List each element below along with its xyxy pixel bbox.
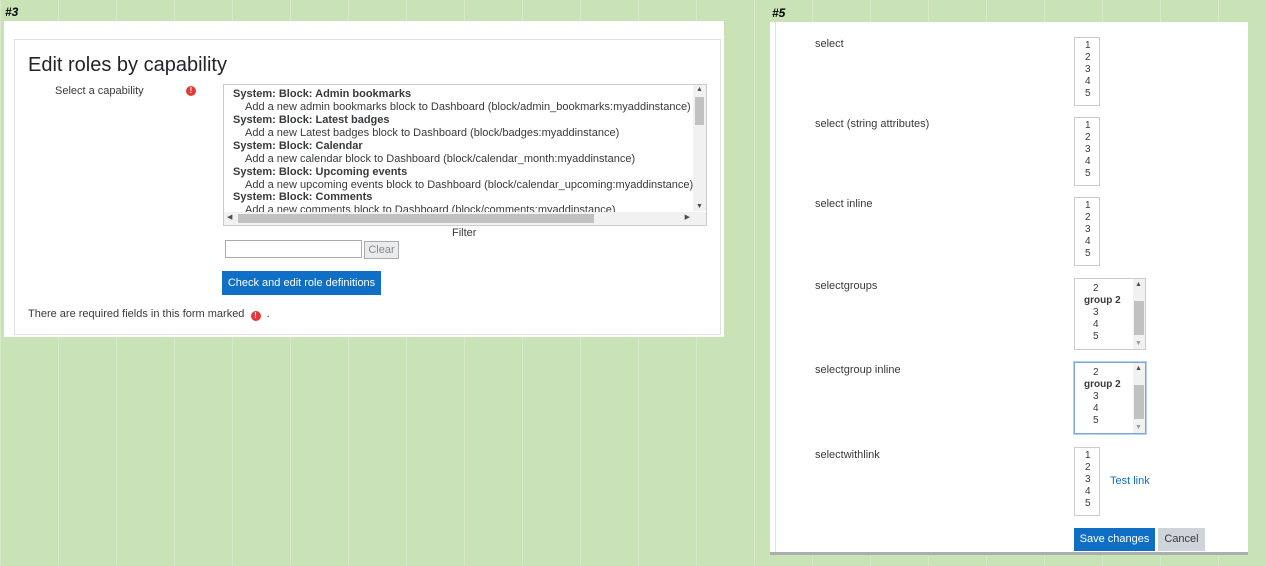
select-option[interactable]: 5 bbox=[1075, 331, 1133, 343]
scroll-right-icon[interactable]: ▶ bbox=[685, 213, 690, 221]
panel-border bbox=[775, 22, 776, 554]
clear-button[interactable]: Clear bbox=[364, 241, 399, 259]
select-option[interactable]: 2 bbox=[1075, 52, 1099, 64]
selectgroup-inline-label: selectgroup inline bbox=[815, 364, 901, 376]
scroll-down-icon[interactable]: ▼ bbox=[1135, 424, 1142, 431]
select-option[interactable]: 3 bbox=[1075, 64, 1099, 76]
scroll-down-icon[interactable]: ▼ bbox=[1135, 340, 1142, 347]
selectgroup-inline-list[interactable]: 1 2 group 2 3 4 5 ▲ ▼ bbox=[1074, 362, 1146, 434]
select-group-header: group 2 bbox=[1084, 295, 1121, 306]
listbox-group[interactable]: System: Block: Latest badges bbox=[233, 114, 390, 126]
select-option[interactable]: 2 bbox=[1075, 132, 1099, 144]
select-option[interactable]: 5 bbox=[1075, 88, 1099, 100]
select-option[interactable]: 4 bbox=[1075, 156, 1099, 168]
panel-bottom-border bbox=[770, 552, 1248, 555]
required-note-suffix: . bbox=[266, 308, 270, 320]
horizontal-scrollbar[interactable]: ◀ ▶ bbox=[224, 212, 706, 225]
capability-label: Select a capability bbox=[55, 85, 144, 97]
select-option[interactable]: 4 bbox=[1075, 486, 1099, 498]
required-icon: ! bbox=[186, 86, 196, 96]
required-fields-note: There are required fields in this form m… bbox=[28, 308, 270, 321]
listbox-group[interactable]: System: Block: Admin bookmarks bbox=[233, 88, 411, 100]
vertical-scrollbar[interactable]: ▲ ▼ bbox=[1133, 363, 1145, 433]
scroll-down-icon[interactable]: ▼ bbox=[696, 203, 703, 210]
vertical-scrollbar[interactable]: ▲ ▼ bbox=[693, 85, 706, 211]
select-option[interactable]: 5 bbox=[1075, 498, 1099, 510]
select-demo-panel: select 1 2 3 4 5 select (string attribut… bbox=[770, 22, 1248, 555]
listbox-group[interactable]: System: Block: Calendar bbox=[233, 140, 363, 152]
selectwithlink-label: selectwithlink bbox=[815, 449, 880, 461]
select-label: select bbox=[815, 38, 844, 50]
vertical-scrollbar[interactable]: ▲ ▼ bbox=[1133, 279, 1145, 349]
select-option[interactable]: 3 bbox=[1075, 144, 1099, 156]
page-title: Edit roles by capability bbox=[28, 54, 227, 76]
cancel-button[interactable]: Cancel bbox=[1158, 528, 1205, 551]
select-string-label: select (string attributes) bbox=[815, 118, 930, 130]
select-option[interactable]: 1 bbox=[1075, 120, 1099, 132]
select-option[interactable]: 5 bbox=[1075, 415, 1133, 427]
select-option[interactable]: 1 bbox=[1075, 40, 1099, 52]
select-option[interactable]: 1 bbox=[1075, 200, 1099, 212]
select-inline-list[interactable]: 1 2 3 4 5 bbox=[1074, 197, 1100, 266]
select-option[interactable]: 4 bbox=[1075, 403, 1133, 415]
select-option[interactable]: 4 bbox=[1075, 76, 1099, 88]
select-option[interactable]: 4 bbox=[1075, 236, 1099, 248]
filter-input[interactable] bbox=[225, 240, 362, 258]
selectgroups-list[interactable]: 1 2 group 2 3 4 5 ▲ ▼ bbox=[1074, 278, 1146, 350]
scroll-thumb-horizontal[interactable] bbox=[238, 214, 594, 223]
required-icon: ! bbox=[250, 311, 261, 321]
test-link[interactable]: Test link bbox=[1110, 475, 1150, 487]
listbox-option[interactable]: Add a new upcoming events block to Dashb… bbox=[245, 179, 693, 191]
scroll-up-icon[interactable]: ▲ bbox=[1135, 281, 1142, 288]
select-option[interactable]: 2 bbox=[1075, 462, 1099, 474]
scroll-thumb[interactable] bbox=[1134, 301, 1144, 335]
scroll-left-icon[interactable]: ◀ bbox=[227, 213, 232, 221]
check-edit-roles-button[interactable]: Check and edit role definitions bbox=[222, 271, 381, 295]
select-option[interactable]: 5 bbox=[1075, 248, 1099, 260]
select-option[interactable]: 2 bbox=[1075, 212, 1099, 224]
scroll-up-icon[interactable]: ▲ bbox=[1135, 365, 1142, 372]
listbox-group[interactable]: System: Block: Comments bbox=[233, 191, 372, 203]
select-option[interactable]: 2 bbox=[1075, 283, 1133, 295]
listbox-option[interactable]: Add a new calendar block to Dashboard (b… bbox=[245, 153, 635, 165]
select-option[interactable]: 1 bbox=[1075, 450, 1099, 462]
save-changes-button[interactable]: Save changes bbox=[1074, 528, 1155, 551]
listbox-option[interactable]: Add a new Latest badges block to Dashboa… bbox=[245, 127, 619, 139]
selectwithlink-list[interactable]: 1 2 3 4 5 bbox=[1074, 447, 1100, 516]
select-option[interactable]: 4 bbox=[1075, 319, 1133, 331]
listbox-option[interactable]: Add a new admin bookmarks block to Dashb… bbox=[245, 101, 691, 113]
selectgroups-label: selectgroups bbox=[815, 280, 878, 292]
select-option[interactable]: 5 bbox=[1075, 168, 1099, 180]
panel-3-label: #3 bbox=[5, 5, 19, 19]
select-inline-label: select inline bbox=[815, 198, 873, 210]
required-note-text: There are required fields in this form m… bbox=[28, 308, 245, 320]
select-option[interactable]: 3 bbox=[1075, 307, 1133, 319]
scroll-thumb[interactable] bbox=[1134, 385, 1144, 419]
edit-roles-panel: Edit roles by capability Select a capabi… bbox=[4, 21, 724, 337]
select-option[interactable]: 3 bbox=[1075, 391, 1133, 403]
capability-listbox[interactable]: System: Block: Admin bookmarks Add a new… bbox=[223, 84, 707, 226]
select-string-list[interactable]: 1 2 3 4 5 bbox=[1074, 117, 1100, 186]
select-option[interactable]: 3 bbox=[1075, 474, 1099, 486]
select-option[interactable]: 3 bbox=[1075, 224, 1099, 236]
filter-label: Filter bbox=[452, 227, 477, 239]
select-option[interactable]: 2 bbox=[1075, 367, 1133, 379]
listbox-group[interactable]: System: Block: Upcoming events bbox=[233, 166, 407, 178]
panel-5-label: #5 bbox=[772, 6, 786, 20]
scroll-thumb[interactable] bbox=[695, 97, 704, 125]
select-group-header: group 2 bbox=[1084, 379, 1121, 390]
scroll-up-icon[interactable]: ▲ bbox=[696, 86, 703, 93]
select-list[interactable]: 1 2 3 4 5 bbox=[1074, 37, 1100, 106]
